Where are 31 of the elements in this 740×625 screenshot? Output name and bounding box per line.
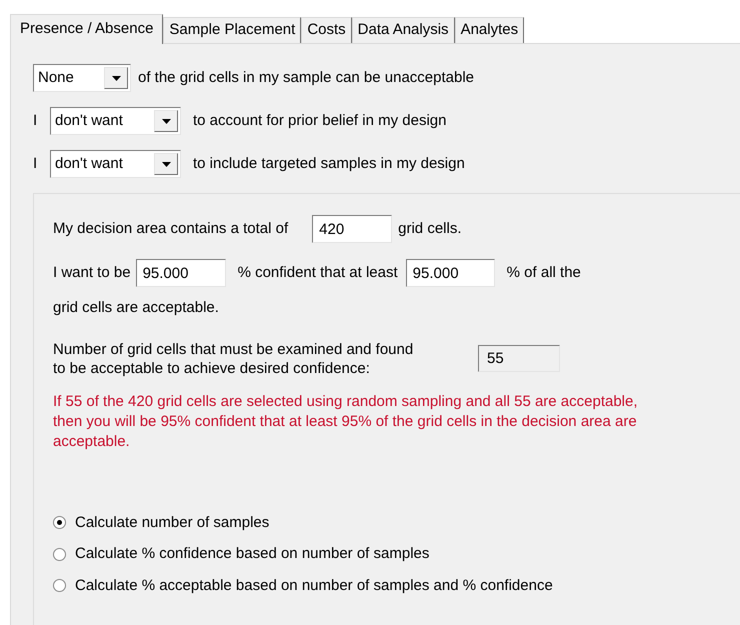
tab[interactable]: Presence / Absence: [10, 14, 164, 44]
pronoun-label: I: [33, 154, 38, 174]
acceptable-label: grid cells are acceptable.: [53, 298, 220, 318]
grid-cells-field[interactable]: 420: [312, 215, 392, 243]
grid-cells-label: grid cells.: [398, 218, 462, 239]
radio-button[interactable]: [53, 548, 66, 561]
tab[interactable]: Sample Placement: [163, 17, 302, 43]
dropdown[interactable]: don't want: [50, 107, 181, 135]
mode-radio-option[interactable]: Calculate number of samples: [53, 512, 270, 534]
confident-label: % confident that at least: [238, 262, 398, 283]
radio-button[interactable]: [53, 579, 66, 592]
result-label: Number of grid cells that must be examined and found to be acceptable to achieve desired confidence:: [53, 340, 414, 378]
pronoun-label: I: [33, 110, 38, 131]
confidence-field[interactable]: 95.000: [136, 259, 226, 287]
option-label: of the grid cells in my sample can be unacceptable: [138, 68, 474, 88]
tab[interactable]: Data Analysis: [352, 17, 455, 43]
option-label: to account for prior belief in my design: [193, 110, 446, 131]
dropdown[interactable]: don't want: [50, 150, 181, 178]
result-message: If 55 of the 420 grid cells are selected using random sampling and all 55 are acceptable, then you will be 95% confident that at least 95% of the grid cells in the decision area are acceptable.: [53, 392, 639, 452]
mode-radio-option[interactable]: Calculate % confidence based on number of samples: [53, 543, 430, 566]
radio-button[interactable]: [53, 516, 66, 530]
option-label: to include targeted samples in my design: [193, 154, 465, 174]
dropdown[interactable]: None: [33, 64, 131, 92]
mode-radio-option[interactable]: Calculate % acceptable based on number of samples and % confidence: [53, 574, 553, 597]
confidence-label: I want to be: [53, 262, 131, 283]
percent-label: % of all the: [506, 262, 581, 283]
result-field[interactable]: 55: [478, 345, 560, 372]
decision-area-label: My decision area contains a total of: [53, 218, 288, 239]
acceptable-field[interactable]: 95.000: [406, 259, 495, 287]
tab[interactable]: Costs: [301, 17, 352, 43]
tab[interactable]: Analytes: [454, 17, 524, 43]
